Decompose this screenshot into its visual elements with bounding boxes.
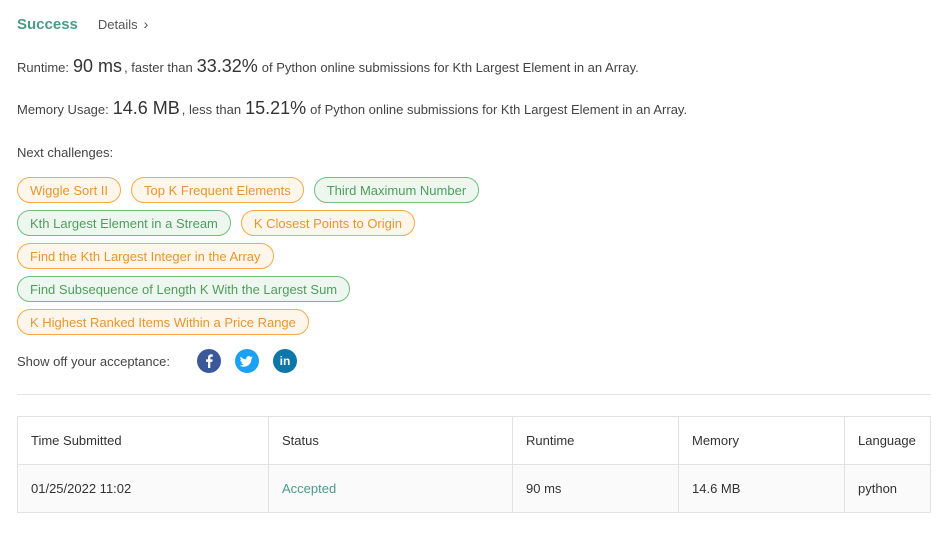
challenge-row: Kth Largest Element in a Stream K Closes… — [17, 210, 717, 238]
challenge-tag[interactable]: Find Subsequence of Length K With the La… — [17, 276, 351, 302]
time-submitted-cell: 01/25/2022 11:02 — [17, 464, 269, 513]
memory-value: 14.6 MB — [112, 98, 180, 118]
column-header: Runtime — [512, 416, 679, 465]
runtime-summary: Runtime: 90 ms , faster than 33.32% of P… — [17, 56, 639, 77]
challenge-tag[interactable]: Wiggle Sort II — [17, 177, 122, 203]
section-divider — [17, 394, 931, 395]
details-label: Details — [97, 16, 138, 32]
linkedin-icon[interactable]: in — [272, 349, 297, 373]
column-header: Memory — [678, 416, 845, 465]
memory-label: Memory Usage: — [17, 102, 109, 117]
runtime-cell: 90 ms — [512, 464, 679, 513]
details-link[interactable]: Details › — [98, 17, 148, 32]
column-header: Status — [268, 416, 513, 465]
challenge-tag[interactable]: K Highest Ranked Items Within a Price Ra… — [17, 309, 309, 335]
submissions-table: Time Submitted Status Runtime Memory Lan… — [17, 416, 931, 513]
runtime-suffix: of Python online submissions for Kth Lar… — [261, 60, 639, 75]
linkedin-glyph: in — [279, 354, 291, 368]
memory-cell: 14.6 MB — [678, 464, 845, 513]
challenge-tag[interactable]: K Closest Points to Origin — [240, 210, 415, 236]
facebook-icon[interactable] — [196, 349, 221, 373]
challenge-row: Find the Kth Largest Integer in the Arra… — [17, 243, 717, 271]
language-cell: python — [844, 464, 931, 513]
memory-suffix: of Python online submissions for Kth Lar… — [310, 102, 688, 117]
challenge-tag[interactable]: Find the Kth Largest Integer in the Arra… — [17, 243, 274, 269]
status-title: Success — [17, 15, 78, 33]
runtime-label: Runtime: — [17, 60, 70, 75]
memory-mid-text: , less than — [181, 102, 242, 117]
runtime-percent: 33.32% — [196, 56, 258, 76]
next-challenges-list: Wiggle Sort II Top K Frequent Elements T… — [17, 177, 717, 342]
share-bar: Show off your acceptance: in — [17, 348, 311, 374]
challenge-row: Find Subsequence of Length K With the La… — [17, 276, 717, 304]
table-row: 01/25/2022 11:02 Accepted 90 ms 14.6 MB … — [17, 464, 931, 513]
result-header: Success Details › — [17, 14, 148, 34]
memory-percent: 15.21% — [245, 98, 307, 118]
twitter-icon[interactable] — [234, 349, 259, 373]
challenge-row: Wiggle Sort II Top K Frequent Elements T… — [17, 177, 717, 205]
challenge-tag[interactable]: Top K Frequent Elements — [131, 177, 304, 203]
challenge-tag[interactable]: Kth Largest Element in a Stream — [17, 210, 231, 236]
table-header-row: Time Submitted Status Runtime Memory Lan… — [17, 416, 931, 465]
column-header: Time Submitted — [17, 416, 269, 465]
next-challenges-label: Next challenges: — [17, 145, 114, 160]
runtime-mid-text: , faster than — [124, 60, 193, 75]
runtime-value: 90 ms — [73, 56, 123, 76]
status-link[interactable]: Accepted — [282, 481, 336, 496]
column-header: Language — [844, 416, 931, 465]
share-label: Show off your acceptance: — [17, 353, 170, 369]
chevron-right-icon: › — [143, 16, 149, 32]
status-cell: Accepted — [268, 464, 513, 513]
memory-summary: Memory Usage: 14.6 MB , less than 15.21%… — [17, 98, 687, 119]
challenge-tag[interactable]: Third Maximum Number — [313, 177, 480, 203]
challenge-row: K Highest Ranked Items Within a Price Ra… — [17, 309, 717, 337]
